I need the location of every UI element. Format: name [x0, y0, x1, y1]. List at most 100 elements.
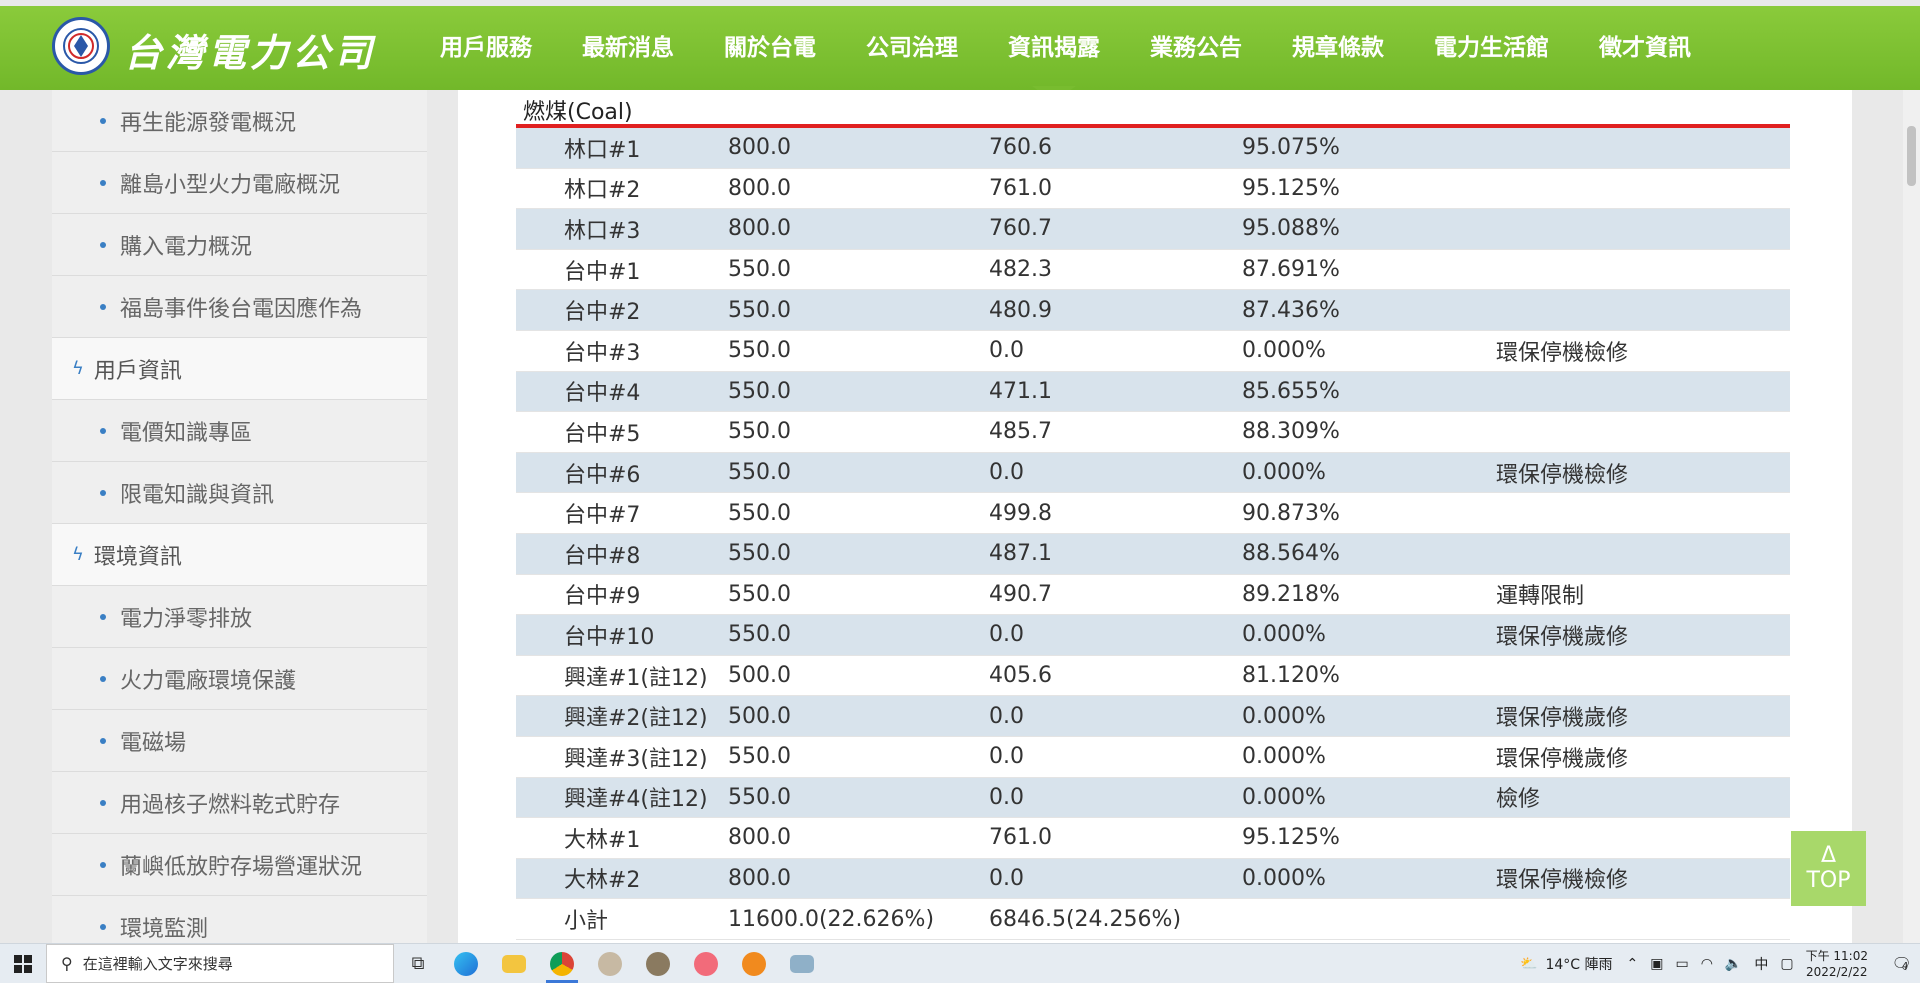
sidebar-item-renewable[interactable]: 再生能源發電概況 [52, 90, 427, 152]
sidebar-category-environment[interactable]: ϟ 環境資訊 [52, 524, 427, 586]
net-output-cell: 482.3 [989, 257, 1052, 283]
sidebar-item-lanyu-storage[interactable]: 蘭嶼低放貯存場營運狀況 [52, 834, 427, 896]
sidebar-item-net-zero[interactable]: 電力淨零排放 [52, 586, 427, 648]
battery-icon[interactable]: ▭ [1675, 956, 1688, 972]
nav-user-services[interactable]: 用戶服務 [415, 0, 557, 90]
capacity-cell: 500.0 [728, 663, 791, 689]
meet-now-icon[interactable]: ▣ [1650, 956, 1663, 972]
capacity-cell: 550.0 [728, 257, 791, 283]
net-output-cell: 490.7 [989, 581, 1052, 607]
remark-cell: 環保停機歲修 [1496, 624, 1629, 650]
capacity-cell: 800.0 [728, 175, 791, 201]
unit-name-cell: 台中#5 [564, 421, 641, 447]
scrollbar-thumb[interactable] [1907, 126, 1916, 186]
bullet-icon [100, 304, 106, 310]
unit-name-cell: 興達#1(註12) [564, 665, 708, 691]
app-icon-tool[interactable] [778, 944, 826, 983]
app-icon-snipping[interactable] [682, 944, 730, 983]
ime-mode-icon[interactable]: ▢ [1780, 956, 1793, 972]
lightning-icon: ϟ [72, 544, 84, 565]
clock[interactable]: 下午 11:02 2022/2/22 [1806, 948, 1868, 980]
table-row: 台中#8 550.0 487.1 88.564% [516, 533, 1790, 575]
sidebar-item-dry-storage[interactable]: 用過核子燃料乾式貯存 [52, 772, 427, 834]
table-row: 台中#7 550.0 499.8 90.873% [516, 493, 1790, 534]
site-logo-text[interactable]: 台灣電力公司 [124, 22, 376, 77]
capacity-cell: 800.0 [728, 865, 791, 891]
task-view-icon[interactable]: ⧉ [394, 944, 442, 983]
utilization-cell: 0.000% [1242, 460, 1326, 486]
sidebar-item-emf[interactable]: 電磁場 [52, 710, 427, 772]
bullet-icon [100, 180, 106, 186]
sidebar-item-island-plants[interactable]: 離島小型火力電廠概況 [52, 152, 427, 214]
table-row: 興達#1(註12) 500.0 405.6 81.120% [516, 656, 1790, 697]
bullet-icon [100, 924, 106, 930]
edge-icon[interactable] [442, 944, 490, 983]
wifi-icon[interactable]: ◠ [1701, 956, 1713, 972]
capacity-cell: 550.0 [728, 581, 791, 607]
capacity-cell: 11600.0(22.626%) [728, 906, 935, 932]
windows-taskbar: ⚲ 在這裡輸入文字來搜尋 ⧉ ⛅ 14°C 陣雨 ⌃ ▣ ▭ ◠ 🔈 中 ▢ 下… [0, 943, 1920, 983]
unit-name-cell: 大林#1 [564, 827, 641, 853]
remark-cell: 環保停機檢修 [1496, 868, 1629, 894]
unit-name-cell: 林口#3 [564, 218, 641, 244]
back-to-top-button[interactable]: Δ TOP [1791, 831, 1866, 906]
net-output-cell: 761.0 [989, 825, 1052, 851]
table-row: 興達#2(註12) 500.0 0.0 0.000% 環保停機歲修 [516, 696, 1790, 737]
net-output-cell: 0.0 [989, 703, 1024, 729]
utilization-cell: 87.436% [1242, 297, 1340, 323]
site-header: 台灣電力公司 用戶服務 最新消息 關於台電 公司治理 資訊揭露 業務公告 規章條… [0, 0, 1920, 102]
volume-icon[interactable]: 🔈 [1725, 956, 1742, 972]
nav-latest-news[interactable]: 最新消息 [557, 0, 699, 90]
bullet-icon [100, 614, 106, 620]
app-icon-gimp[interactable] [634, 944, 682, 983]
utilization-cell: 85.655% [1242, 378, 1340, 404]
utilization-cell: 0.000% [1242, 622, 1326, 648]
notification-center-button[interactable]: 🗨 4 [1880, 954, 1920, 973]
taskbar-search-input[interactable]: ⚲ 在這裡輸入文字來搜尋 [46, 944, 394, 983]
app-icon-compass[interactable] [586, 944, 634, 983]
sidebar-item-label: 火力電廠環境保護 [120, 668, 297, 694]
net-output-cell: 6846.5(24.256%) [989, 906, 1182, 932]
sidebar-item-fukushima[interactable]: 福島事件後台電因應作為 [52, 276, 427, 338]
table-row: 林口#3 800.0 760.7 95.088% [516, 209, 1790, 250]
sidebar-item-power-restriction[interactable]: 限電知識與資訊 [52, 462, 427, 524]
sidebar-item-thermal-env[interactable]: 火力電廠環境保護 [52, 648, 427, 710]
unit-name-cell: 台中#4 [564, 381, 641, 407]
nav-governance[interactable]: 公司治理 [841, 0, 983, 90]
start-button[interactable] [0, 944, 46, 983]
capacity-cell: 800.0 [728, 216, 791, 242]
remark-cell: 環保停機歲修 [1496, 746, 1629, 772]
capacity-cell: 550.0 [728, 378, 791, 404]
weather-text[interactable]: 14°C 陣雨 [1545, 954, 1612, 974]
net-output-cell: 0.0 [989, 622, 1024, 648]
weather-icon[interactable]: ⛅ [1520, 956, 1537, 972]
table-row: 台中#5 550.0 485.7 88.309% [516, 412, 1790, 453]
sidebar-item-purchased-power[interactable]: 購入電力概況 [52, 214, 427, 276]
page-scrollbar[interactable] [1903, 90, 1920, 943]
net-output-cell: 487.1 [989, 541, 1052, 567]
nav-regulations[interactable]: 規章條款 [1267, 0, 1409, 90]
nav-about[interactable]: 關於台電 [699, 0, 841, 90]
chevron-up-icon[interactable]: ⌃ [1627, 956, 1639, 972]
chrome-icon[interactable] [538, 944, 586, 983]
clock-time: 下午 11:02 [1805, 948, 1868, 963]
nav-announcements[interactable]: 業務公告 [1125, 0, 1267, 90]
nav-careers[interactable]: 徵才資訊 [1574, 0, 1716, 90]
nav-power-life[interactable]: 電力生活館 [1409, 0, 1574, 90]
bullet-icon [100, 800, 106, 806]
file-explorer-icon[interactable] [490, 944, 538, 983]
ime-indicator[interactable]: 中 [1754, 954, 1768, 974]
notification-count: 4 [1901, 961, 1909, 972]
unit-name-cell: 台中#10 [564, 624, 655, 650]
unit-name-cell: 台中#3 [564, 340, 641, 366]
bullet-icon [100, 862, 106, 868]
table-row: 台中#9 550.0 490.7 89.218% 運轉限制 [516, 575, 1790, 616]
utilization-cell: 95.125% [1242, 825, 1340, 851]
blender-icon[interactable] [730, 944, 778, 983]
taipower-logo-icon[interactable] [52, 17, 110, 75]
sidebar-item-tariff-knowledge[interactable]: 電價知識專區 [52, 400, 427, 462]
sidebar-category-user-info[interactable]: ϟ 用戶資訊 [52, 338, 427, 400]
sidebar-item-env-monitoring[interactable]: 環境監測 [52, 896, 427, 943]
utilization-cell: 88.564% [1242, 541, 1340, 567]
nav-info-disclosure[interactable]: 資訊揭露 [983, 0, 1125, 102]
